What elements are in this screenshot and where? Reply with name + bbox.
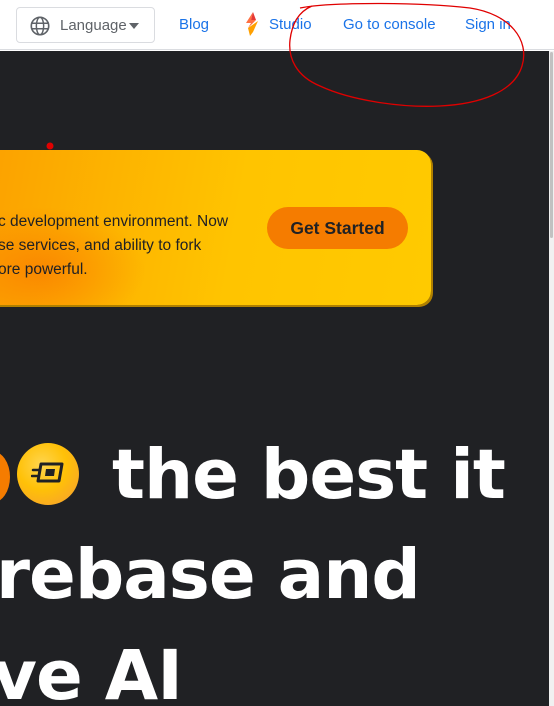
headline-line-3: ve AI	[0, 636, 183, 706]
fast-forward-icon	[17, 443, 79, 505]
language-label: Language	[60, 17, 127, 34]
nav-link-sign-in[interactable]: Sign in	[465, 16, 511, 33]
scrollbar-thumb[interactable]	[550, 52, 553, 238]
top-navigation-bar: Language Blog Studio Go to console Sign …	[0, 0, 554, 50]
language-selector[interactable]: Language	[16, 7, 155, 43]
banner-text-line-1: c development environment. Now	[0, 213, 229, 230]
get-started-button[interactable]: Get Started	[267, 207, 408, 249]
headline-line-1: the best it	[112, 435, 506, 515]
firebase-studio-icon	[246, 12, 258, 36]
nav-link-studio[interactable]: Studio	[269, 16, 312, 33]
browser-viewport: Language Blog Studio Go to console Sign …	[0, 0, 554, 706]
nav-link-go-to-console[interactable]: Go to console	[343, 16, 436, 33]
banner-text-line-2: se services, and ability to fork	[0, 237, 202, 254]
globe-icon	[30, 16, 50, 36]
headline-line-2: rebase and	[0, 535, 421, 615]
banner-text-line-3: ore powerful.	[0, 261, 88, 278]
caret-down-icon	[129, 23, 139, 29]
nav-link-blog[interactable]: Blog	[179, 16, 209, 33]
